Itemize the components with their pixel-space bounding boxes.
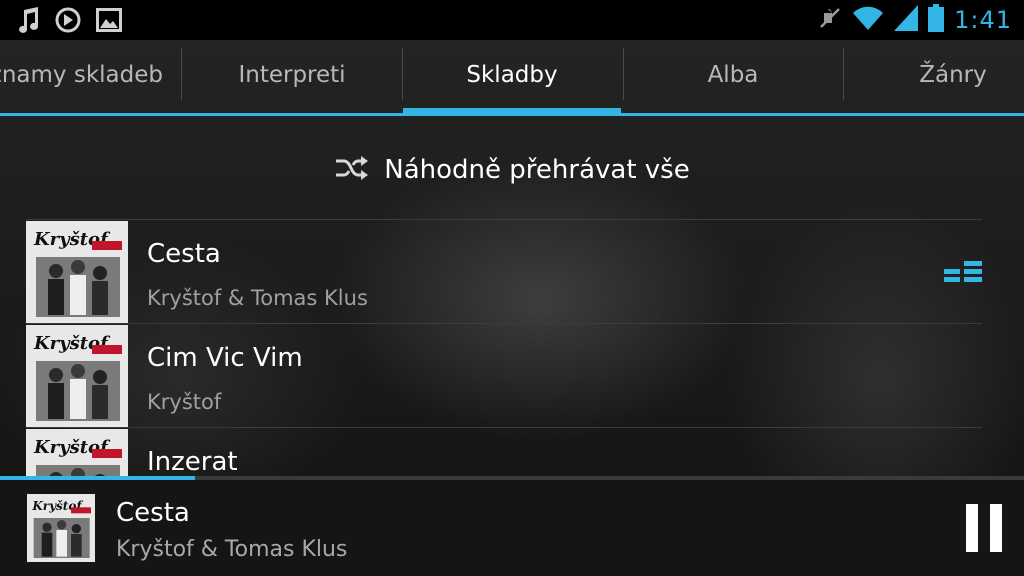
clock: 1:41: [954, 6, 1012, 34]
tab-genres[interactable]: Žánry: [843, 40, 1024, 110]
pause-button[interactable]: [964, 504, 1004, 552]
tab-artists[interactable]: Interpreti: [182, 40, 402, 110]
music-note-icon: [16, 7, 40, 37]
now-playing-icon: [944, 261, 982, 287]
image-icon: [96, 8, 122, 36]
active-tab-indicator: [403, 108, 621, 116]
tab-albums[interactable]: Alba: [623, 40, 843, 110]
song-title: Inzerat: [147, 447, 238, 477]
song-row[interactable]: Kryštof Cim Vic Vim Kryštof: [26, 323, 982, 427]
song-row[interactable]: Kryštof Inzerat: [26, 427, 982, 477]
now-playing-title: Cesta: [116, 498, 190, 528]
tab-playlists[interactable]: Seznamy skladeb: [0, 40, 172, 110]
pause-icon: [966, 504, 978, 552]
album-art: Kryštof: [26, 221, 128, 323]
shuffle-all-label: Náhodně přehrávat vše: [384, 155, 690, 185]
song-row[interactable]: Kryštof Cesta Kryštof & Tomas Klus: [26, 219, 982, 323]
sync-icon: [54, 6, 82, 38]
song-title: Cesta: [147, 239, 221, 269]
album-art: Kryštof: [26, 325, 128, 427]
song-title: Cim Vic Vim: [147, 343, 303, 373]
tab-songs[interactable]: Skladby: [402, 40, 622, 110]
status-bar: 1:41: [0, 0, 1024, 40]
wifi-icon: [852, 5, 884, 35]
mute-icon: [818, 5, 842, 35]
song-artist: Kryštof: [147, 390, 222, 414]
shuffle-icon: [334, 155, 369, 185]
album-art: Kryštof: [26, 429, 128, 477]
now-playing-artist: Kryštof & Tomas Klus: [116, 537, 348, 562]
battery-icon: [928, 4, 945, 36]
mini-player[interactable]: Kryštof Cesta Kryštof & Tomas Klus: [0, 480, 1024, 576]
song-list[interactable]: Kryštof Cesta Kryštof & Tomas Klus Kryšt…: [26, 219, 982, 477]
signal-icon: [894, 5, 919, 35]
song-artist: Kryštof & Tomas Klus: [147, 286, 368, 310]
shuffle-all-button[interactable]: Náhodně přehrávat vše: [0, 140, 1024, 200]
now-playing-album-art[interactable]: Kryštof: [27, 494, 95, 562]
